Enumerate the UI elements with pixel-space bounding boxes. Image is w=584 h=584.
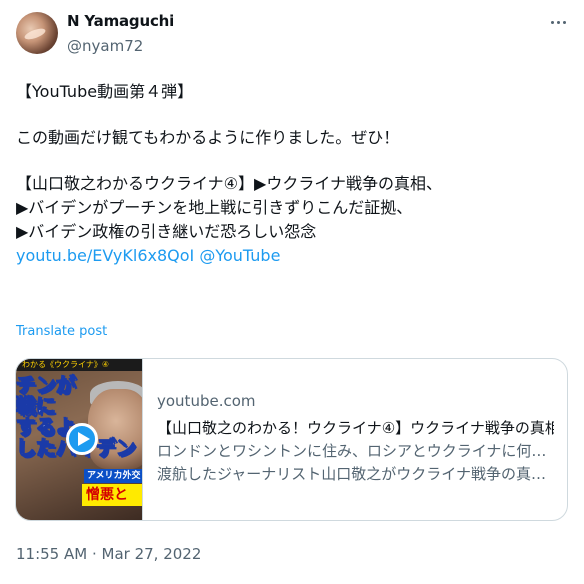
more-options-icon[interactable] — [546, 10, 570, 34]
thumbnail-caption: わかる《ウクライナ》④ — [16, 359, 142, 371]
tweet-line: 【YouTube動画第４弾】 — [16, 82, 194, 101]
tweet-body: 【YouTube動画第４弾】 この動画だけ観てもわかるように作りました。ぜひ！ … — [16, 80, 566, 268]
link-preview-card[interactable]: わかる《ウクライナ》④ チンが 戦に するよ したバイデン アメリカ外交 憎悪と… — [15, 358, 568, 521]
card-description: 渡航したジャーナリスト山口敬之がウクライナ戦争の真実... — [157, 465, 554, 483]
tweet-line: ▶バイデンがプーチンを地上戦に引きずりこんだ証拠、 — [16, 198, 413, 217]
tweet-links: youtu.be/EVyKl6x8QoI @YouTube — [16, 244, 566, 268]
thumbnail-banner: 憎悪と — [82, 484, 142, 506]
card-domain: youtube.com — [157, 392, 256, 410]
thumbnail-headline: チンが 戦に するよ したバイデン — [16, 373, 137, 459]
card-title: 【山口敬之のわかる！ウクライナ④】ウクライナ戦争の真相、 — [157, 419, 554, 437]
tweet-line: この動画だけ観てもわかるように作りました。ぜひ！ — [16, 128, 400, 147]
video-thumbnail[interactable]: わかる《ウクライナ》④ チンが 戦に するよ したバイデン アメリカ外交 憎悪と — [16, 359, 143, 520]
tweet-line: 【山口敬之わかるウクライナ④】▶ウクライナ戦争の真相、 — [16, 174, 443, 193]
tweet-line: ▶バイデン政権の引き継いだ恐ろしい怨念 — [16, 222, 317, 241]
play-icon[interactable] — [66, 423, 98, 455]
avatar[interactable] — [16, 12, 58, 54]
post-timestamp[interactable]: 11:55 AM · Mar 27, 2022 — [16, 545, 201, 563]
video-link[interactable]: youtu.be/EVyKl6x8QoI — [16, 246, 194, 265]
author-handle[interactable]: @nyam72 — [67, 37, 143, 55]
card-description: ロンドンとワシントンに住み、ロシアとウクライナに何度も — [157, 442, 554, 460]
avatar-highlight — [23, 26, 47, 42]
author-name[interactable]: N Yamaguchi — [67, 12, 174, 30]
mention-link[interactable]: @YouTube — [199, 246, 280, 265]
thumbnail-banner: アメリカ外交 — [84, 469, 142, 483]
translate-post-link[interactable]: Translate post — [16, 324, 107, 339]
card-text: youtube.com 【山口敬之のわかる！ウクライナ④】ウクライナ戦争の真相、… — [143, 359, 567, 520]
